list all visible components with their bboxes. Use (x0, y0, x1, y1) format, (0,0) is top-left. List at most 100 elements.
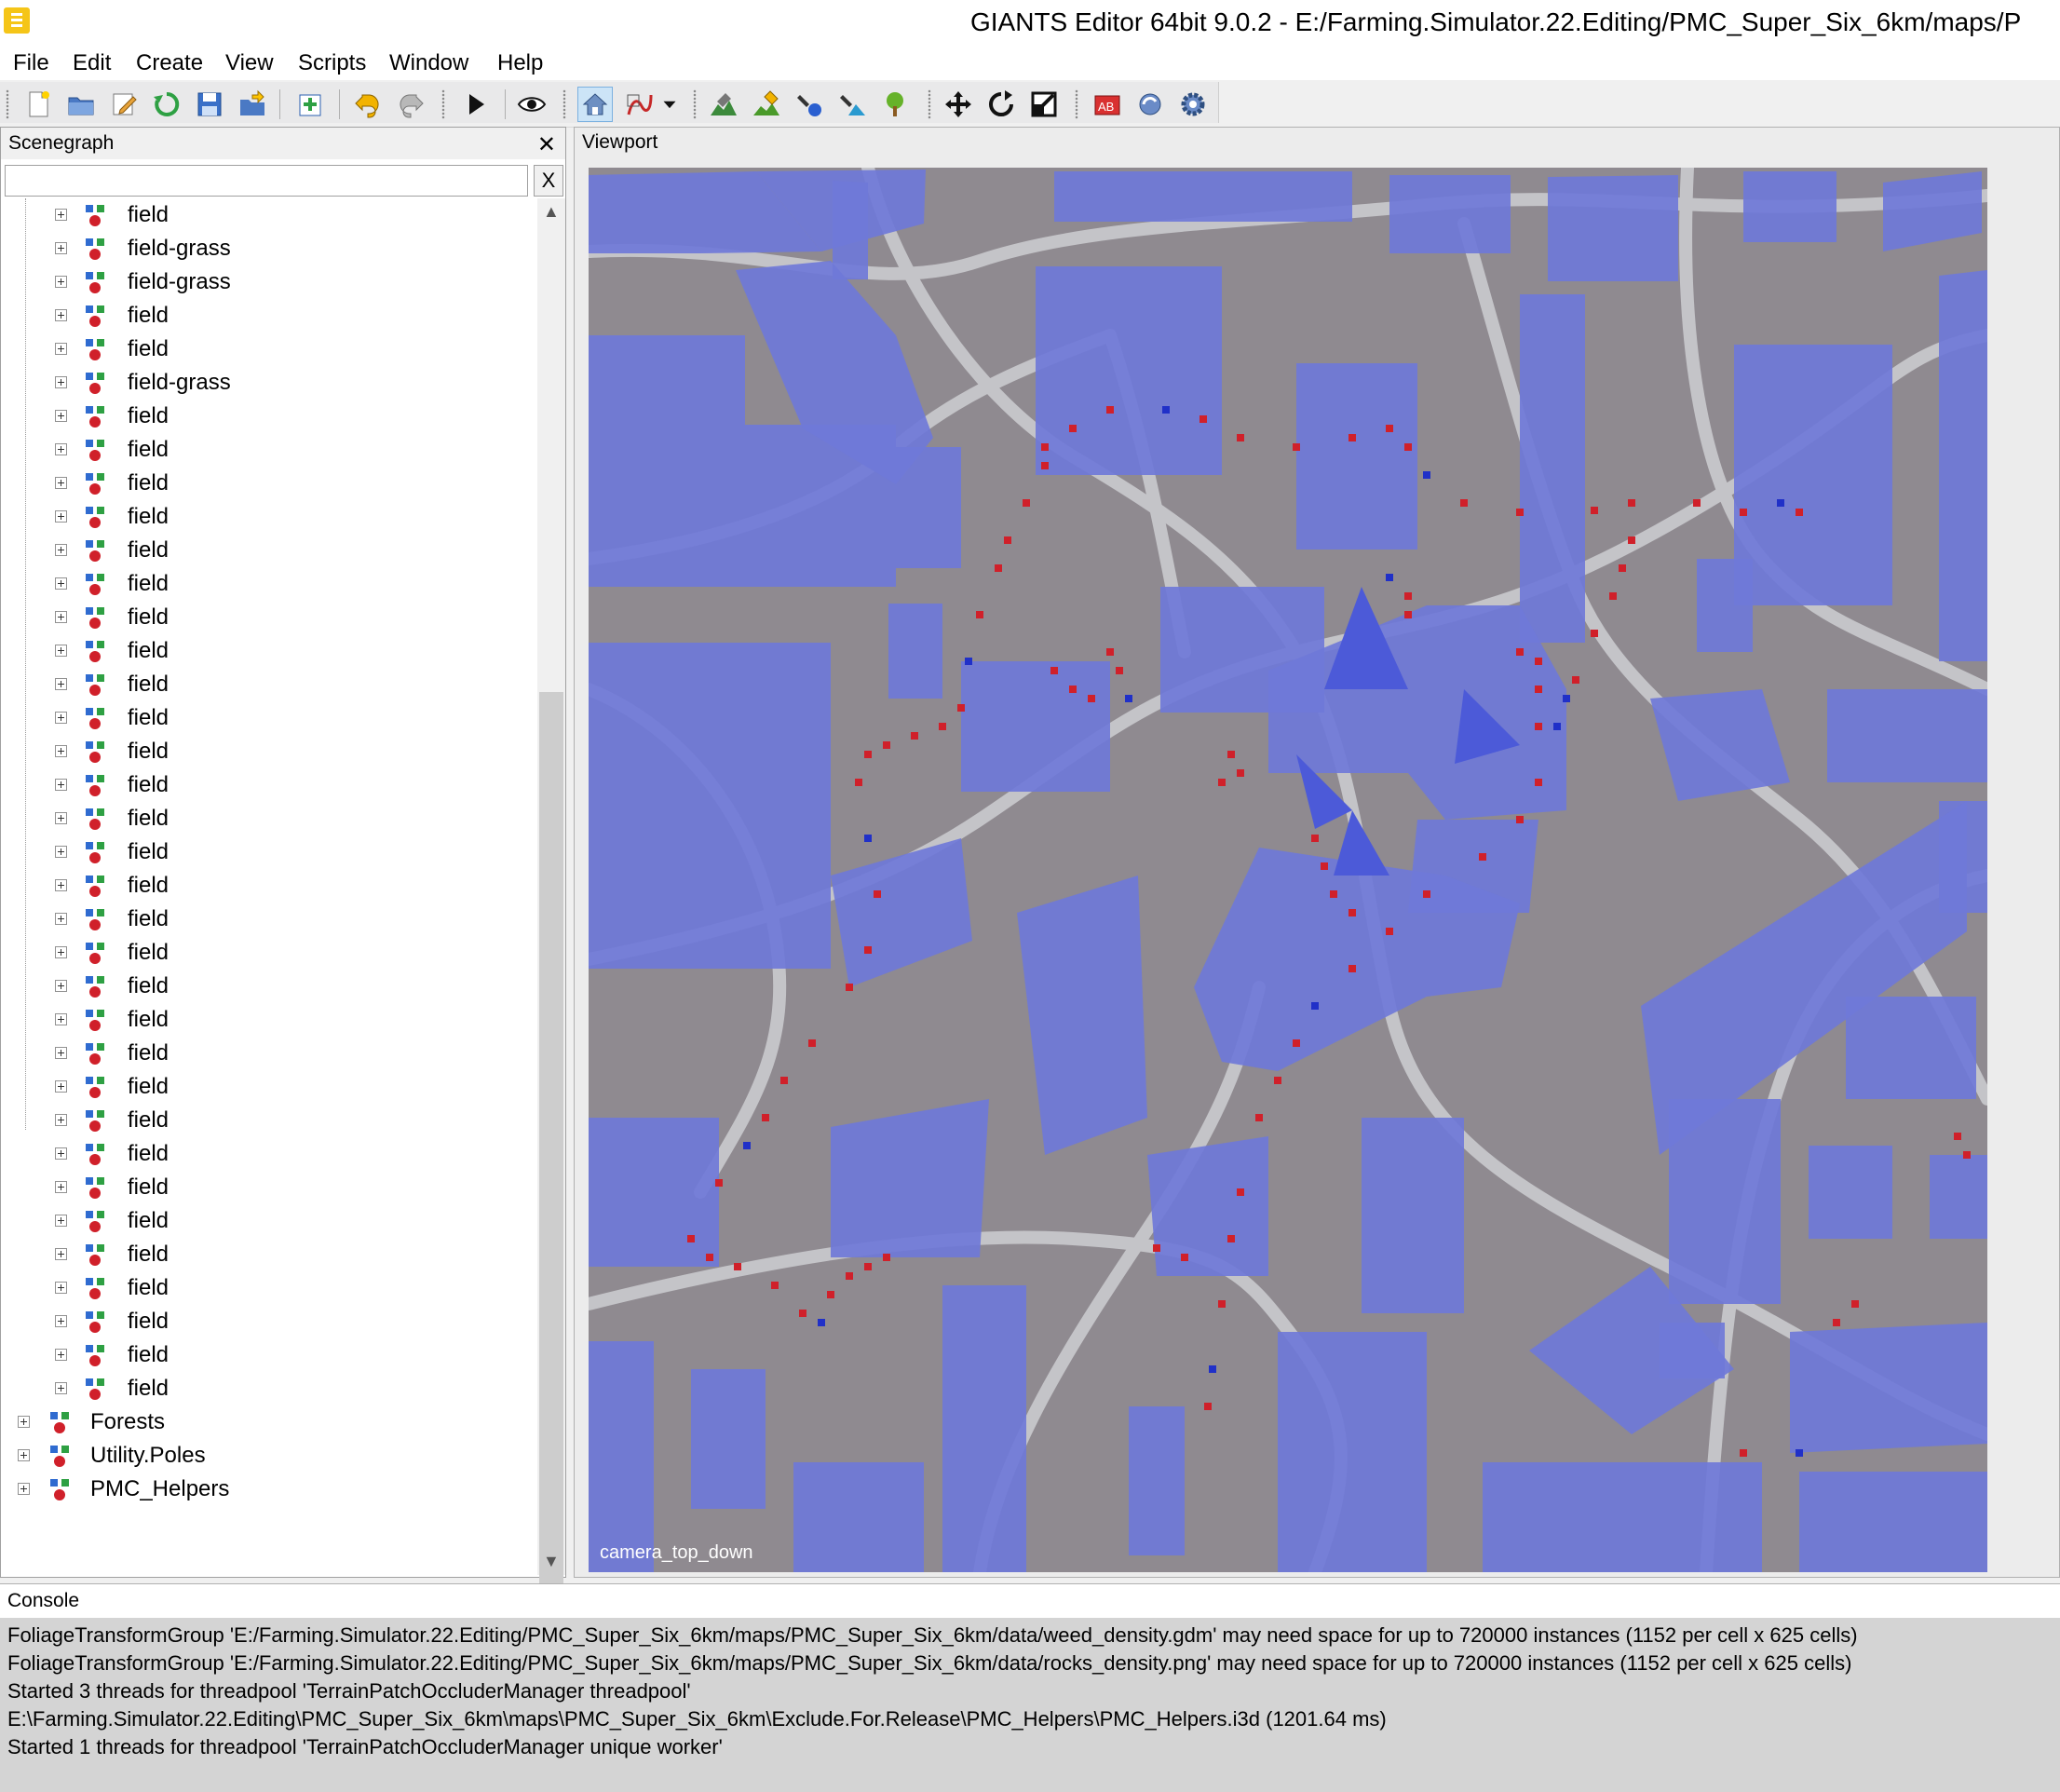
spline-control-point[interactable] (1218, 1300, 1226, 1308)
expand-plus-icon[interactable] (18, 1416, 30, 1428)
spline-control-point[interactable] (1330, 890, 1337, 898)
spline-control-point[interactable] (1591, 630, 1598, 637)
spline-control-point[interactable] (1516, 816, 1524, 823)
expand-plus-icon[interactable] (55, 1349, 67, 1361)
spline-control-point[interactable] (957, 704, 965, 712)
spline-control-point[interactable] (874, 890, 881, 898)
expand-plus-icon[interactable] (55, 510, 67, 523)
menu-view[interactable]: View (225, 48, 274, 78)
expand-plus-icon[interactable] (55, 309, 67, 321)
expand-plus-icon[interactable] (55, 276, 67, 288)
tree-node-item[interactable]: field (1, 1338, 522, 1372)
tree-root-item[interactable]: Forests (1, 1405, 522, 1439)
expand-plus-icon[interactable] (55, 443, 67, 455)
tree-node-item[interactable]: field (1, 198, 522, 232)
rotate-icon[interactable] (983, 87, 1019, 122)
spline-control-point[interactable] (808, 1039, 816, 1047)
spline-control-point[interactable] (1516, 648, 1524, 656)
expand-plus-icon[interactable] (55, 745, 67, 757)
tree-node-item[interactable]: field (1, 869, 522, 903)
expand-plus-icon[interactable] (55, 779, 67, 791)
reload-icon[interactable] (149, 87, 184, 122)
spline-control-point[interactable] (846, 984, 853, 991)
scenegraph-scrollbar[interactable]: ▲ ▼ (537, 198, 565, 1642)
tree-node-item[interactable]: field (1, 970, 522, 1003)
spline-control-point[interactable] (1535, 658, 1542, 665)
spline-control-point[interactable] (1553, 723, 1561, 730)
tree-root-item[interactable]: Utility.Poles (1, 1439, 522, 1473)
spline-control-point[interactable] (762, 1114, 769, 1121)
spline-control-point[interactable] (1237, 769, 1244, 777)
tree-node-item[interactable]: field (1, 299, 522, 333)
tree-node-item[interactable]: field-grass (1, 232, 522, 265)
expand-plus-icon[interactable] (55, 1282, 67, 1294)
bake-icon[interactable]: AB (1090, 87, 1125, 122)
spline-control-point[interactable] (1628, 499, 1635, 507)
spline-control-point[interactable] (883, 1254, 890, 1261)
expand-plus-icon[interactable] (55, 1315, 67, 1327)
spline-control-point[interactable] (706, 1254, 713, 1261)
spline-control-point[interactable] (1563, 695, 1570, 702)
expand-plus-icon[interactable] (55, 1080, 67, 1093)
toolbar-grip[interactable] (562, 89, 566, 119)
spline-control-point[interactable] (715, 1179, 723, 1187)
spline-control-point[interactable] (1255, 1114, 1263, 1121)
toolbar-grip[interactable] (1075, 89, 1078, 119)
spline-control-point[interactable] (1591, 507, 1598, 514)
spline-control-point[interactable] (1041, 443, 1049, 451)
spline-control-point[interactable] (864, 1263, 872, 1270)
map-viewport-canvas[interactable] (589, 168, 1987, 1572)
tree-node-item[interactable]: field (1, 936, 522, 970)
spline-control-point[interactable] (799, 1310, 806, 1317)
play-icon[interactable] (458, 87, 494, 122)
spline-control-point[interactable] (846, 1272, 853, 1280)
redo-icon[interactable] (393, 87, 428, 122)
tree-node-item[interactable]: field (1, 400, 522, 433)
expand-plus-icon[interactable] (55, 343, 67, 355)
tree-node-item[interactable]: field (1, 433, 522, 467)
spline-control-point[interactable] (1311, 1002, 1319, 1010)
spline-control-point[interactable] (1162, 406, 1170, 414)
tree-node-item[interactable]: field (1, 1070, 522, 1104)
tree-node-item[interactable]: field (1, 1104, 522, 1137)
spline-control-point[interactable] (1088, 695, 1095, 702)
expand-plus-icon[interactable] (55, 1181, 67, 1193)
move-icon[interactable] (941, 87, 976, 122)
spline-control-point[interactable] (1693, 499, 1701, 507)
spline-control-point[interactable] (1796, 1449, 1803, 1457)
scenegraph-search-input[interactable] (5, 165, 528, 197)
tree-node-item[interactable]: field (1, 668, 522, 701)
spline-control-point[interactable] (687, 1235, 695, 1242)
spline-control-point[interactable] (1423, 471, 1430, 479)
spline-control-point[interactable] (1199, 415, 1207, 423)
expand-plus-icon[interactable] (55, 1114, 67, 1126)
spline-control-point[interactable] (864, 946, 872, 954)
spline-control-point[interactable] (995, 564, 1002, 572)
spline-control-point[interactable] (1386, 425, 1393, 432)
spline-control-point[interactable] (1851, 1300, 1859, 1308)
spline-control-point[interactable] (734, 1263, 741, 1270)
spline-control-point[interactable] (965, 658, 972, 665)
menu-help[interactable]: Help (497, 48, 543, 78)
spline-control-point[interactable] (1423, 890, 1430, 898)
spline-control-point[interactable] (1386, 574, 1393, 581)
spline-control-point[interactable] (1404, 443, 1412, 451)
spline-control-point[interactable] (1153, 1244, 1160, 1252)
spline-control-point[interactable] (1954, 1133, 1961, 1140)
tree-node-item[interactable]: field (1, 1238, 522, 1271)
expand-plus-icon[interactable] (55, 1147, 67, 1160)
spline-control-point[interactable] (1535, 686, 1542, 693)
menu-create[interactable]: Create (136, 48, 203, 78)
tree-node-item[interactable]: field (1, 333, 522, 366)
terrain-sculpt-icon[interactable] (706, 87, 741, 122)
spline-control-point[interactable] (1572, 676, 1579, 684)
spline-control-point[interactable] (1348, 965, 1356, 972)
spline-control-point[interactable] (1293, 1039, 1300, 1047)
spline-control-point[interactable] (1386, 928, 1393, 935)
tree-node-item[interactable]: field (1, 1171, 522, 1204)
expand-plus-icon[interactable] (18, 1483, 30, 1495)
spline-control-point[interactable] (1237, 434, 1244, 441)
expand-plus-icon[interactable] (18, 1449, 30, 1461)
terrain-paint-icon[interactable] (749, 87, 784, 122)
scrollbar-thumb[interactable] (539, 692, 563, 1642)
